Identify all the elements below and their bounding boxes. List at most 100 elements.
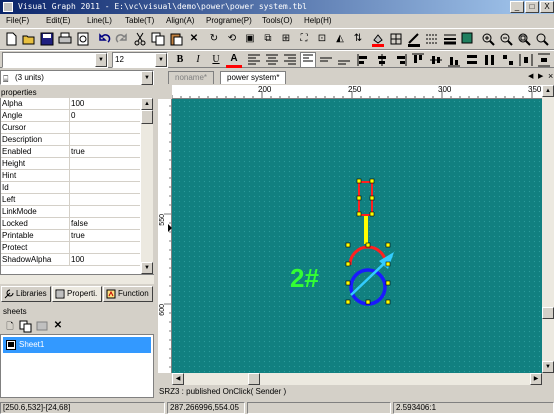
fill-color-icon[interactable]	[370, 31, 386, 47]
maximize-button[interactable]: □	[525, 1, 539, 13]
bold-button[interactable]: B	[172, 52, 188, 68]
copy-sheet-icon[interactable]	[18, 318, 34, 334]
menu-table[interactable]: Table(T)	[125, 16, 154, 25]
properties-hscrollbar[interactable]	[0, 274, 154, 284]
property-value[interactable]	[69, 122, 141, 134]
property-value[interactable]	[69, 158, 141, 170]
open-icon[interactable]	[21, 31, 37, 47]
line-color-icon[interactable]	[406, 31, 422, 47]
zoom-window-icon[interactable]	[534, 31, 550, 47]
tab-scroll-left-icon[interactable]: ◀	[528, 72, 533, 80]
property-value[interactable]: false	[69, 218, 141, 230]
flip-vertical-icon[interactable]: ⇅	[350, 31, 366, 47]
shadow-icon[interactable]	[460, 31, 476, 47]
tab-libraries[interactable]: Libraries	[1, 286, 51, 302]
print-preview-icon[interactable]	[75, 31, 91, 47]
property-value[interactable]	[69, 134, 141, 146]
ungroup-icon[interactable]: ⧉	[260, 31, 276, 47]
scroll-left-icon[interactable]: ◀	[172, 373, 184, 385]
tab-function[interactable]: Function	[103, 286, 153, 302]
align-grid-icon[interactable]: ⊞	[278, 31, 294, 47]
sheet-item[interactable]: Sheet1	[3, 337, 151, 353]
property-row[interactable]: Printable true	[1, 230, 141, 242]
rotate-icon[interactable]: ⟲	[224, 31, 240, 47]
chevron-down-icon[interactable]: ▼	[141, 71, 153, 85]
property-row[interactable]: Enabled true	[1, 146, 141, 158]
space-horizontal-icon[interactable]	[518, 52, 534, 68]
zoom-fit-icon[interactable]	[516, 31, 532, 47]
align-objects-top-icon[interactable]	[410, 52, 426, 68]
pattern-icon[interactable]	[388, 31, 404, 47]
align-right-icon[interactable]	[282, 52, 298, 68]
scroll-up-icon[interactable]: ▲	[542, 85, 554, 97]
group-icon[interactable]: ▣	[242, 31, 258, 47]
canvas-horizontal-scrollbar[interactable]: ◀ ▶	[172, 373, 542, 385]
scroll-thumb[interactable]	[542, 307, 554, 319]
zoom-in-icon[interactable]	[480, 31, 496, 47]
save-icon[interactable]	[39, 31, 55, 47]
line-style-icon[interactable]	[424, 31, 440, 47]
print-icon[interactable]	[57, 31, 73, 47]
scroll-right-icon[interactable]: ▶	[530, 373, 542, 385]
property-row[interactable]: LinkMode	[1, 206, 141, 218]
scroll-down-icon[interactable]: ▼	[141, 262, 153, 274]
tab-scroll-right-icon[interactable]: ▶	[538, 72, 543, 80]
delete-sheet-icon[interactable]: ✕	[50, 318, 66, 334]
font-color-button[interactable]: A	[226, 52, 242, 68]
property-value[interactable]: true	[69, 146, 141, 158]
coil-blue-shape[interactable]	[349, 268, 387, 306]
undo-icon[interactable]	[96, 31, 112, 47]
align-objects-center-icon[interactable]	[374, 52, 390, 68]
zoom-out-icon[interactable]	[498, 31, 514, 47]
property-row[interactable]: Locked false	[1, 218, 141, 230]
cut-icon[interactable]	[132, 31, 148, 47]
menu-tools[interactable]: Tools(O)	[262, 16, 292, 25]
tab-properties[interactable]: Properti.	[52, 286, 102, 302]
property-row[interactable]: Height	[1, 158, 141, 170]
copy-icon[interactable]	[150, 31, 166, 47]
menu-line[interactable]: Line(L)	[87, 16, 112, 25]
text-middle-align-icon[interactable]	[318, 52, 334, 68]
property-value[interactable]	[69, 182, 141, 194]
font-name-select[interactable]: ▼	[2, 52, 108, 68]
menu-edit[interactable]: Edit(E)	[46, 16, 70, 25]
menu-programe[interactable]: Programe(P)	[206, 16, 252, 25]
align-objects-middle-icon[interactable]	[428, 52, 444, 68]
scroll-thumb[interactable]	[141, 110, 153, 124]
chevron-down-icon[interactable]: ▼	[95, 53, 107, 67]
property-row[interactable]: Hint	[1, 170, 141, 182]
align-center-icon[interactable]	[264, 52, 280, 68]
property-value[interactable]: 100	[69, 254, 141, 266]
tab-noname[interactable]: noname*	[168, 71, 215, 84]
resize-icon[interactable]: ⛶	[296, 31, 312, 47]
scroll-down-icon[interactable]: ▼	[542, 361, 554, 373]
fit-icon[interactable]: ⊡	[314, 31, 330, 47]
align-objects-bottom-icon[interactable]	[446, 52, 462, 68]
tab-power-system[interactable]: power system*	[220, 71, 287, 84]
property-row[interactable]: Description	[1, 134, 141, 146]
property-row[interactable]: Protect	[1, 242, 141, 254]
line-width-icon[interactable]	[442, 31, 458, 47]
property-value[interactable]	[69, 194, 141, 206]
align-objects-right-icon[interactable]	[392, 52, 408, 68]
menu-file[interactable]: File(F)	[6, 16, 29, 25]
underline-button[interactable]: U	[208, 52, 224, 68]
canvas-vertical-scrollbar[interactable]: ▲ ▼	[542, 85, 554, 373]
delete-icon[interactable]: ✕	[186, 31, 202, 47]
property-value[interactable]: 0	[69, 110, 141, 122]
property-row[interactable]: Angle 0	[1, 110, 141, 122]
drawing-canvas[interactable]: 2#	[172, 99, 542, 373]
rename-sheet-icon[interactable]	[34, 318, 50, 334]
menu-help[interactable]: Help(H)	[304, 16, 332, 25]
refresh-icon[interactable]: ↻	[206, 31, 222, 47]
align-left-icon[interactable]	[246, 52, 262, 68]
paste-icon[interactable]	[168, 31, 184, 47]
same-size-icon[interactable]	[500, 52, 516, 68]
flip-horizontal-icon[interactable]: ◭	[332, 31, 348, 47]
same-width-icon[interactable]	[464, 52, 480, 68]
scroll-thumb[interactable]	[248, 373, 260, 385]
property-row[interactable]: Id	[1, 182, 141, 194]
close-tab-icon[interactable]: ×	[548, 71, 553, 81]
property-value[interactable]: true	[69, 230, 141, 242]
menu-align[interactable]: Align(A)	[166, 16, 194, 25]
